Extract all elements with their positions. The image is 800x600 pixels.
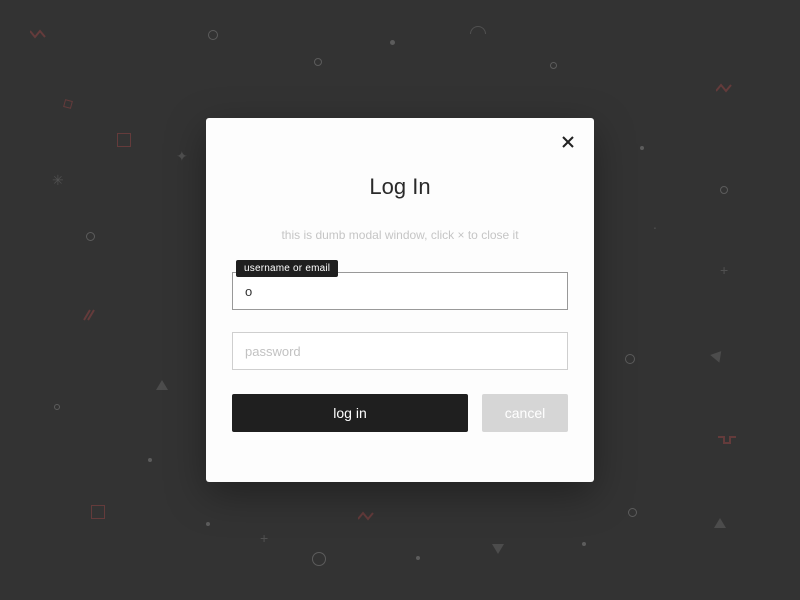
close-button[interactable] — [560, 134, 576, 155]
decor-dot — [148, 458, 152, 462]
decor-halfcircle — [470, 26, 486, 34]
decor-plus: ✳ — [52, 172, 64, 189]
decor-plus: + — [720, 262, 728, 278]
decor-triangle — [492, 544, 504, 554]
modal-subtitle: this is dumb modal window, click × to cl… — [232, 228, 568, 242]
decor-zigzag — [718, 432, 736, 442]
login-button[interactable]: log in — [232, 394, 468, 432]
decor-dot: . — [653, 216, 657, 232]
decor-slash — [82, 308, 96, 322]
decor-circle — [625, 354, 635, 364]
username-label: username or email — [236, 260, 338, 277]
decor-plus: + — [260, 530, 268, 546]
password-field — [232, 332, 568, 370]
decor-triangle — [710, 347, 726, 362]
decor-circle — [312, 552, 326, 566]
decor-dot — [206, 522, 210, 526]
password-input[interactable] — [232, 332, 568, 370]
decor-circle — [628, 508, 637, 517]
decor-circle — [720, 186, 728, 194]
decor-zigzag — [716, 80, 734, 90]
decor-circle — [314, 58, 322, 66]
decor-dot — [582, 542, 586, 546]
decor-circle — [54, 404, 60, 410]
decor-dot — [416, 556, 420, 560]
close-icon — [560, 134, 576, 150]
decor-dot — [640, 146, 644, 150]
username-input[interactable] — [232, 272, 568, 310]
decor-plus: ✦ — [176, 148, 188, 165]
button-row: log in cancel — [232, 394, 568, 432]
decor-circle — [550, 62, 557, 69]
decor-square — [63, 99, 73, 109]
cancel-button[interactable]: cancel — [482, 394, 568, 432]
decor-square — [117, 133, 131, 147]
username-field: username or email — [232, 272, 568, 310]
decor-circle — [208, 30, 218, 40]
modal-title: Log In — [232, 174, 568, 200]
decor-triangle — [156, 380, 168, 390]
decor-circle — [86, 232, 95, 241]
decor-dot — [390, 40, 395, 45]
decor-zigzag — [30, 26, 48, 36]
login-modal: Log In this is dumb modal window, click … — [206, 118, 594, 482]
decor-square — [91, 505, 105, 519]
decor-triangle — [714, 518, 726, 528]
decor-zigzag — [358, 508, 376, 518]
